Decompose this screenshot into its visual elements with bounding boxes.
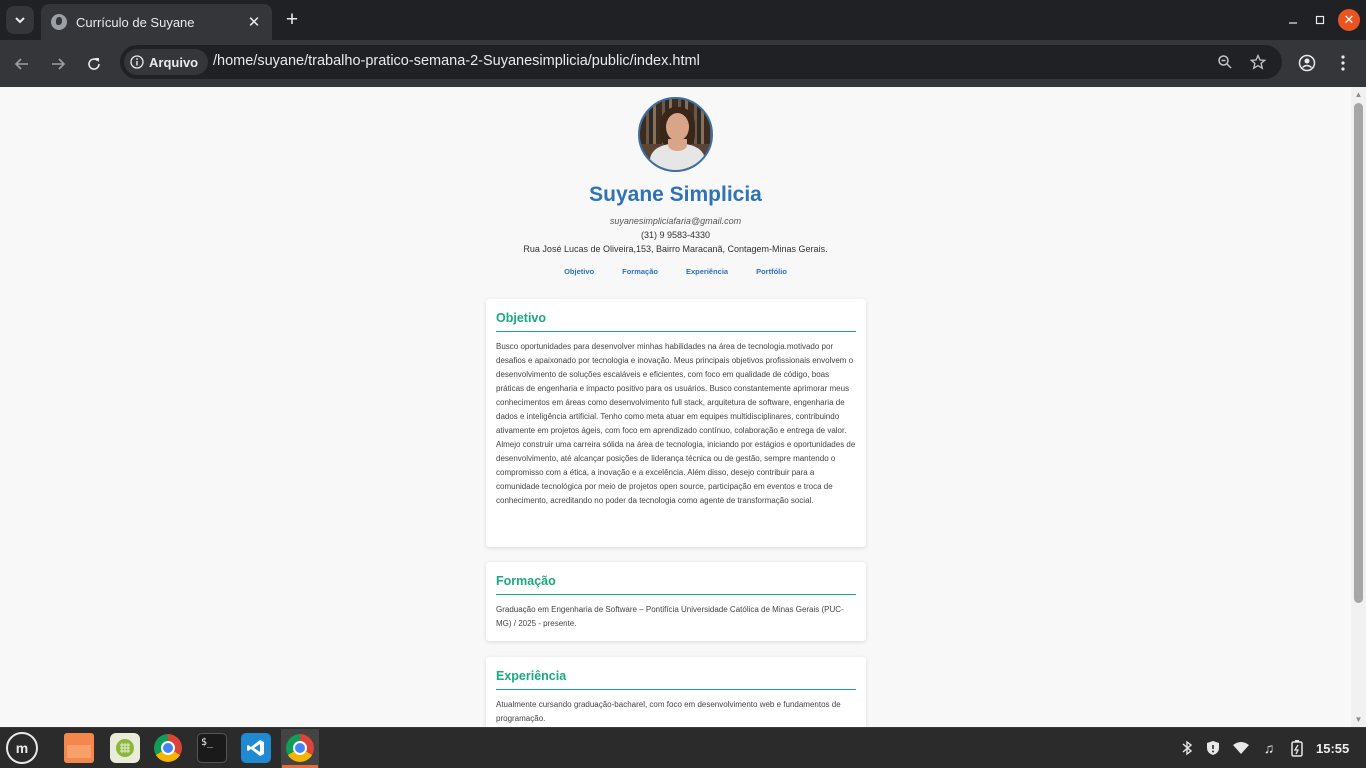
section-objetivo: Objetivo Busco oportunidades para desenv… [486,299,866,547]
site-info-chip[interactable]: Arquivo [124,49,209,75]
reload-icon[interactable] [82,52,106,76]
mint-menu-icon[interactable]: m [6,732,38,764]
maximize-icon[interactable] [1308,8,1332,32]
vertical-scrollbar[interactable]: ▲ ▼ [1351,87,1366,727]
zoom-icon[interactable] [1214,51,1236,73]
taskbar: m $_ ♫ 15:55 [0,727,1366,768]
scroll-down-icon[interactable]: ▼ [1354,715,1363,724]
chrome-icon[interactable] [153,733,183,763]
calculator-icon[interactable] [110,733,140,763]
resume-address: Rua José Lucas de Oliveira,153, Bairro M… [523,244,828,254]
kebab-menu-icon[interactable] [1331,51,1355,75]
shield-icon[interactable] [1203,738,1223,758]
chrome-active-icon[interactable] [282,733,318,768]
url-text[interactable]: /home/suyane/trabalho-pratico-semana-2-S… [213,53,700,69]
tab-bar: Currículo de Suyane ✕ + ✕ [0,0,1366,40]
tab-title: Currículo de Suyane [76,14,195,30]
nav-link-objetivo[interactable]: Objetivo [564,267,594,276]
section-nav: Objetivo Formação Experiência Portfólio [0,267,1351,276]
info-icon [130,55,144,69]
scroll-up-icon[interactable]: ▲ [1354,90,1363,99]
page-viewport: Suyane Simplicia suyanesimpliciafaria@gm… [0,87,1366,727]
close-icon[interactable]: ✕ [246,13,262,31]
terminal-icon[interactable]: $_ [197,733,227,763]
tab-search-icon[interactable] [6,6,34,34]
section-title: Experiência [496,669,856,690]
address-bar[interactable]: Arquivo /home/suyane/trabalho-pratico-se… [120,45,1282,79]
section-text: Busco oportunidades para desenvolver min… [496,342,856,505]
resume-name: Suyane Simplicia [589,183,762,206]
clock[interactable]: 15:55 [1316,741,1349,756]
forward-arrow-icon[interactable] [46,52,70,76]
files-icon[interactable] [64,733,94,763]
nav-link-experiencia[interactable]: Experiência [686,267,728,276]
scrollbar-thumb[interactable] [1354,103,1363,603]
plus-icon[interactable]: + [282,8,302,32]
section-text: Graduação em Engenharia de Software – Po… [496,605,844,628]
profile-icon[interactable] [1295,51,1319,75]
section-text: Atualmente cursando graduação-bacharel, … [496,700,841,723]
tab-curriculo[interactable]: Currículo de Suyane ✕ [41,4,272,40]
resume-email: suyanesimpliciafaria@gmail.com [609,216,742,226]
star-icon[interactable] [1247,51,1269,73]
nav-link-portfolio[interactable]: Portfólio [756,267,787,276]
minimize-icon[interactable] [1281,8,1305,32]
window-close-icon[interactable]: ✕ [1338,9,1360,31]
section-formacao: Formação Graduação em Engenharia de Soft… [486,562,866,641]
nav-link-formacao[interactable]: Formação [622,267,658,276]
bluetooth-icon[interactable] [1177,738,1197,758]
site-chip-label: Arquivo [149,54,199,70]
section-experiencia: Experiência Atualmente cursando graduaçã… [486,657,866,727]
wifi-icon[interactable] [1231,738,1251,758]
section-title: Objetivo [496,311,856,332]
back-arrow-icon[interactable] [10,52,34,76]
music-icon[interactable]: ♫ [1259,738,1279,758]
profile-photo [638,97,713,172]
browser-toolbar: Arquivo /home/suyane/trabalho-pratico-se… [0,40,1366,87]
resume-phone: (31) 9 9583-4330 [640,230,711,240]
globe-favicon-icon [51,14,67,30]
vscode-icon[interactable] [241,733,271,763]
battery-icon[interactable] [1287,738,1307,758]
section-title: Formação [496,574,856,595]
